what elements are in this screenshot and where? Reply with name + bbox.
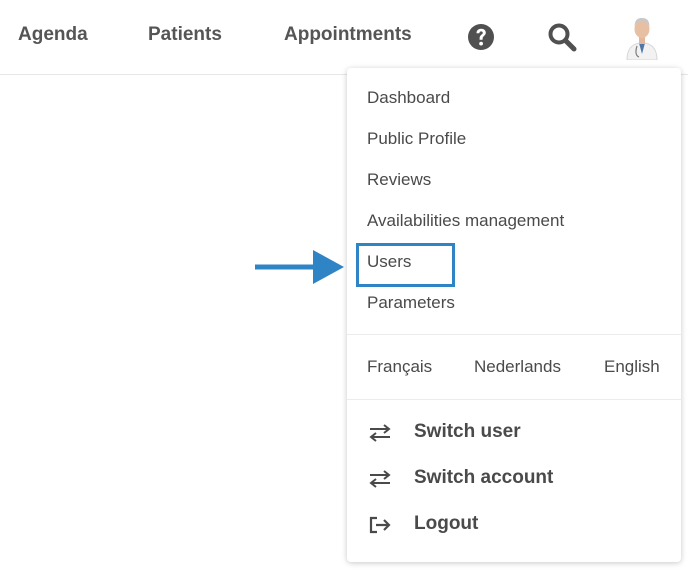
menu-divider [347,334,681,335]
language-dutch[interactable]: Nederlands [474,357,561,377]
menu-item-reviews[interactable]: Reviews [367,170,431,190]
language-french[interactable]: Français [367,357,432,377]
search-icon[interactable] [546,21,578,53]
users-highlight-box [356,243,455,287]
nav-appointments[interactable]: Appointments [284,24,412,46]
switch-arrows-icon [369,470,391,488]
switch-user-label: Switch user [414,421,521,442]
help-icon[interactable] [466,22,496,52]
switch-account-label: Switch account [414,467,554,488]
menu-divider [347,399,681,400]
language-english[interactable]: English [604,357,660,377]
logout-label: Logout [414,513,479,534]
top-navigation-bar: Agenda Patients Appointments [0,0,688,75]
switch-arrows-icon [369,424,391,442]
menu-item-dashboard[interactable]: Dashboard [367,88,450,108]
nav-agenda[interactable]: Agenda [18,24,88,46]
user-menu-dropdown: Dashboard Public Profile Reviews Availab… [347,68,681,562]
menu-item-public-profile[interactable]: Public Profile [367,129,466,149]
menu-item-availabilities-management[interactable]: Availabilities management [367,211,564,231]
logout-icon [369,516,391,534]
user-avatar[interactable] [624,12,660,60]
nav-patients[interactable]: Patients [148,24,222,46]
annotation-arrow-icon [255,250,344,284]
menu-item-parameters[interactable]: Parameters [367,293,455,313]
